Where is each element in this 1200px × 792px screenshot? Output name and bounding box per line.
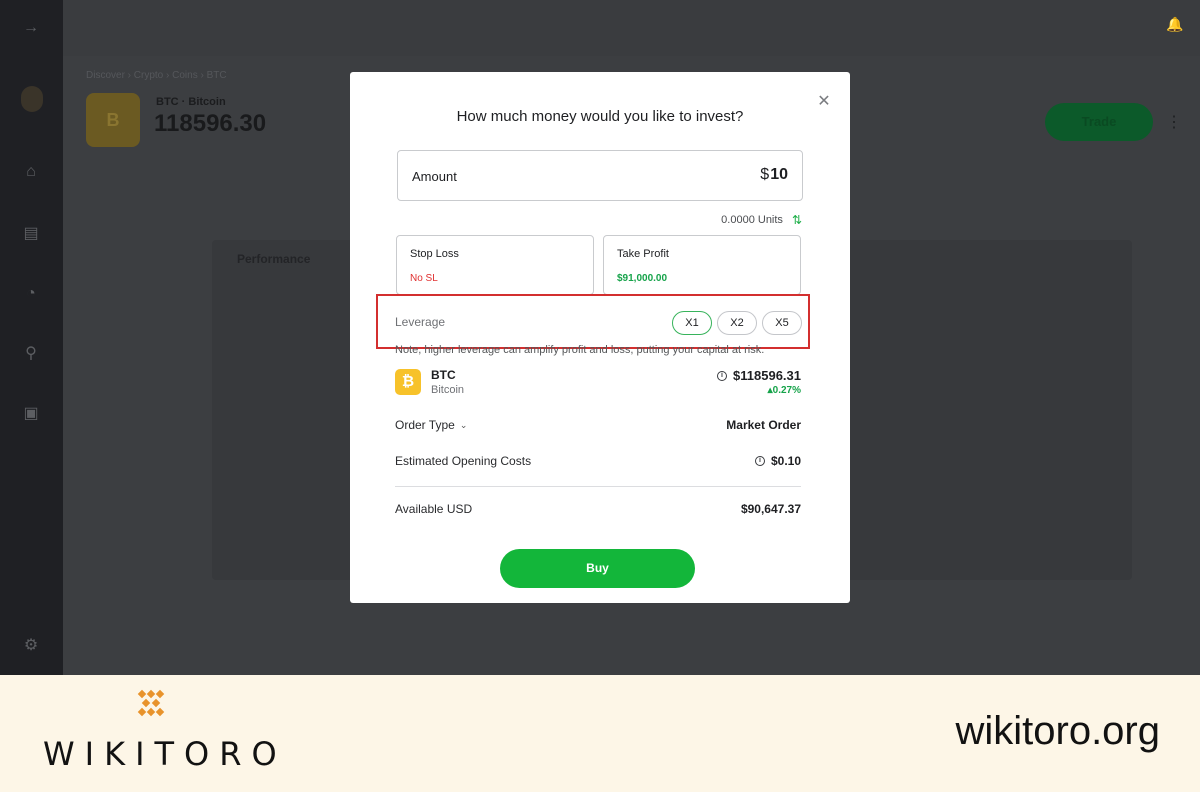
take-profit-value: $91,000.00 <box>617 273 668 284</box>
leverage-x2-button[interactable]: X2 <box>717 311 757 335</box>
expand-arrow-icon[interactable]: → <box>21 18 41 38</box>
available-value: $90,647.37 <box>740 502 801 516</box>
stop-loss-value: No SL <box>410 273 438 284</box>
leverage-label: Leverage <box>395 315 446 329</box>
instrument-price: i $118596.31 <box>717 368 801 383</box>
portfolio-icon[interactable]: ◔ <box>21 284 41 304</box>
leverage-x1-button[interactable]: X1 <box>672 311 712 335</box>
home-icon[interactable]: ⌂ <box>21 162 41 182</box>
amount-label: Amount <box>412 169 457 184</box>
buy-button[interactable]: Buy <box>500 549 695 588</box>
take-profit-box[interactable]: Take Profit $91,000.00 <box>603 235 801 295</box>
opening-costs: i $0.10 <box>754 454 801 468</box>
search-icon[interactable]: ⚲ <box>21 344 41 364</box>
info-icon[interactable]: i <box>717 370 728 381</box>
footer-banner: WIKITORO wikitoro.org <box>0 675 1200 792</box>
leverage-x5-button[interactable]: X5 <box>762 311 802 335</box>
take-profit-label: Take Profit <box>617 248 669 260</box>
wallet-icon[interactable]: ▣ <box>21 404 41 424</box>
instrument-change: ▴0.27% <box>767 385 801 396</box>
wikitoro-logo-icon <box>137 689 165 717</box>
more-options-icon[interactable]: ⋮ <box>1166 112 1182 132</box>
performance-title: Performance <box>237 252 311 266</box>
settings-icon[interactable]: ⚙ <box>21 636 41 656</box>
asset-price: 118596.30 <box>154 110 267 137</box>
divider <box>395 486 801 487</box>
invest-modal: ✕ How much money would you like to inves… <box>350 72 850 603</box>
asset-symbol: BTC · Bitcoin <box>156 96 226 108</box>
wikitoro-url: wikitoro.org <box>955 709 1160 753</box>
opening-costs-label: Estimated Opening Costs <box>395 454 532 468</box>
info-icon[interactable]: i <box>754 456 765 466</box>
bitcoin-icon: ₿ <box>395 369 421 395</box>
trade-button[interactable]: Trade <box>1045 103 1153 141</box>
order-type-value: Market Order <box>726 418 801 432</box>
avatar[interactable] <box>21 86 43 112</box>
amount-value[interactable]: $10 <box>760 166 788 184</box>
amount-field[interactable]: Amount $10 <box>397 150 803 201</box>
opening-costs-value: $0.10 <box>770 454 801 468</box>
breadcrumb: Discover › Crypto › Coins › BTC <box>86 70 227 81</box>
sidebar: → ⌂ ▤ ◔ ⚲ ▣ ⚙ <box>0 0 63 675</box>
instrument-price-value: $118596.31 <box>733 368 801 383</box>
available-label: Available USD <box>395 502 473 516</box>
stop-loss-label: Stop Loss <box>410 248 459 260</box>
asset-logo: B <box>86 93 140 147</box>
wikitoro-wordmark: WIKITORO <box>43 735 287 773</box>
instrument-symbol: BTC <box>431 368 456 382</box>
order-type-label: Order Type <box>395 418 455 432</box>
watchlist-icon[interactable]: ▤ <box>21 224 41 244</box>
order-type-dropdown[interactable]: Order Type ⌄ <box>395 418 467 432</box>
leverage-note: Note, higher leverage can amplify profit… <box>395 344 765 356</box>
top-bar: 🔔 <box>63 0 1200 56</box>
units-readout: 0.0000 Units ⇅ <box>721 213 802 227</box>
chevron-down-icon: ⌄ <box>459 419 468 430</box>
swap-units-icon[interactable]: ⇅ <box>792 213 802 227</box>
units-value: 0.0000 Units <box>721 214 783 226</box>
stop-loss-box[interactable]: Stop Loss No SL <box>396 235 594 295</box>
bell-icon[interactable]: 🔔 <box>1166 16 1183 34</box>
instrument-name: Bitcoin <box>431 384 465 396</box>
modal-title: How much money would you like to invest? <box>456 108 744 125</box>
